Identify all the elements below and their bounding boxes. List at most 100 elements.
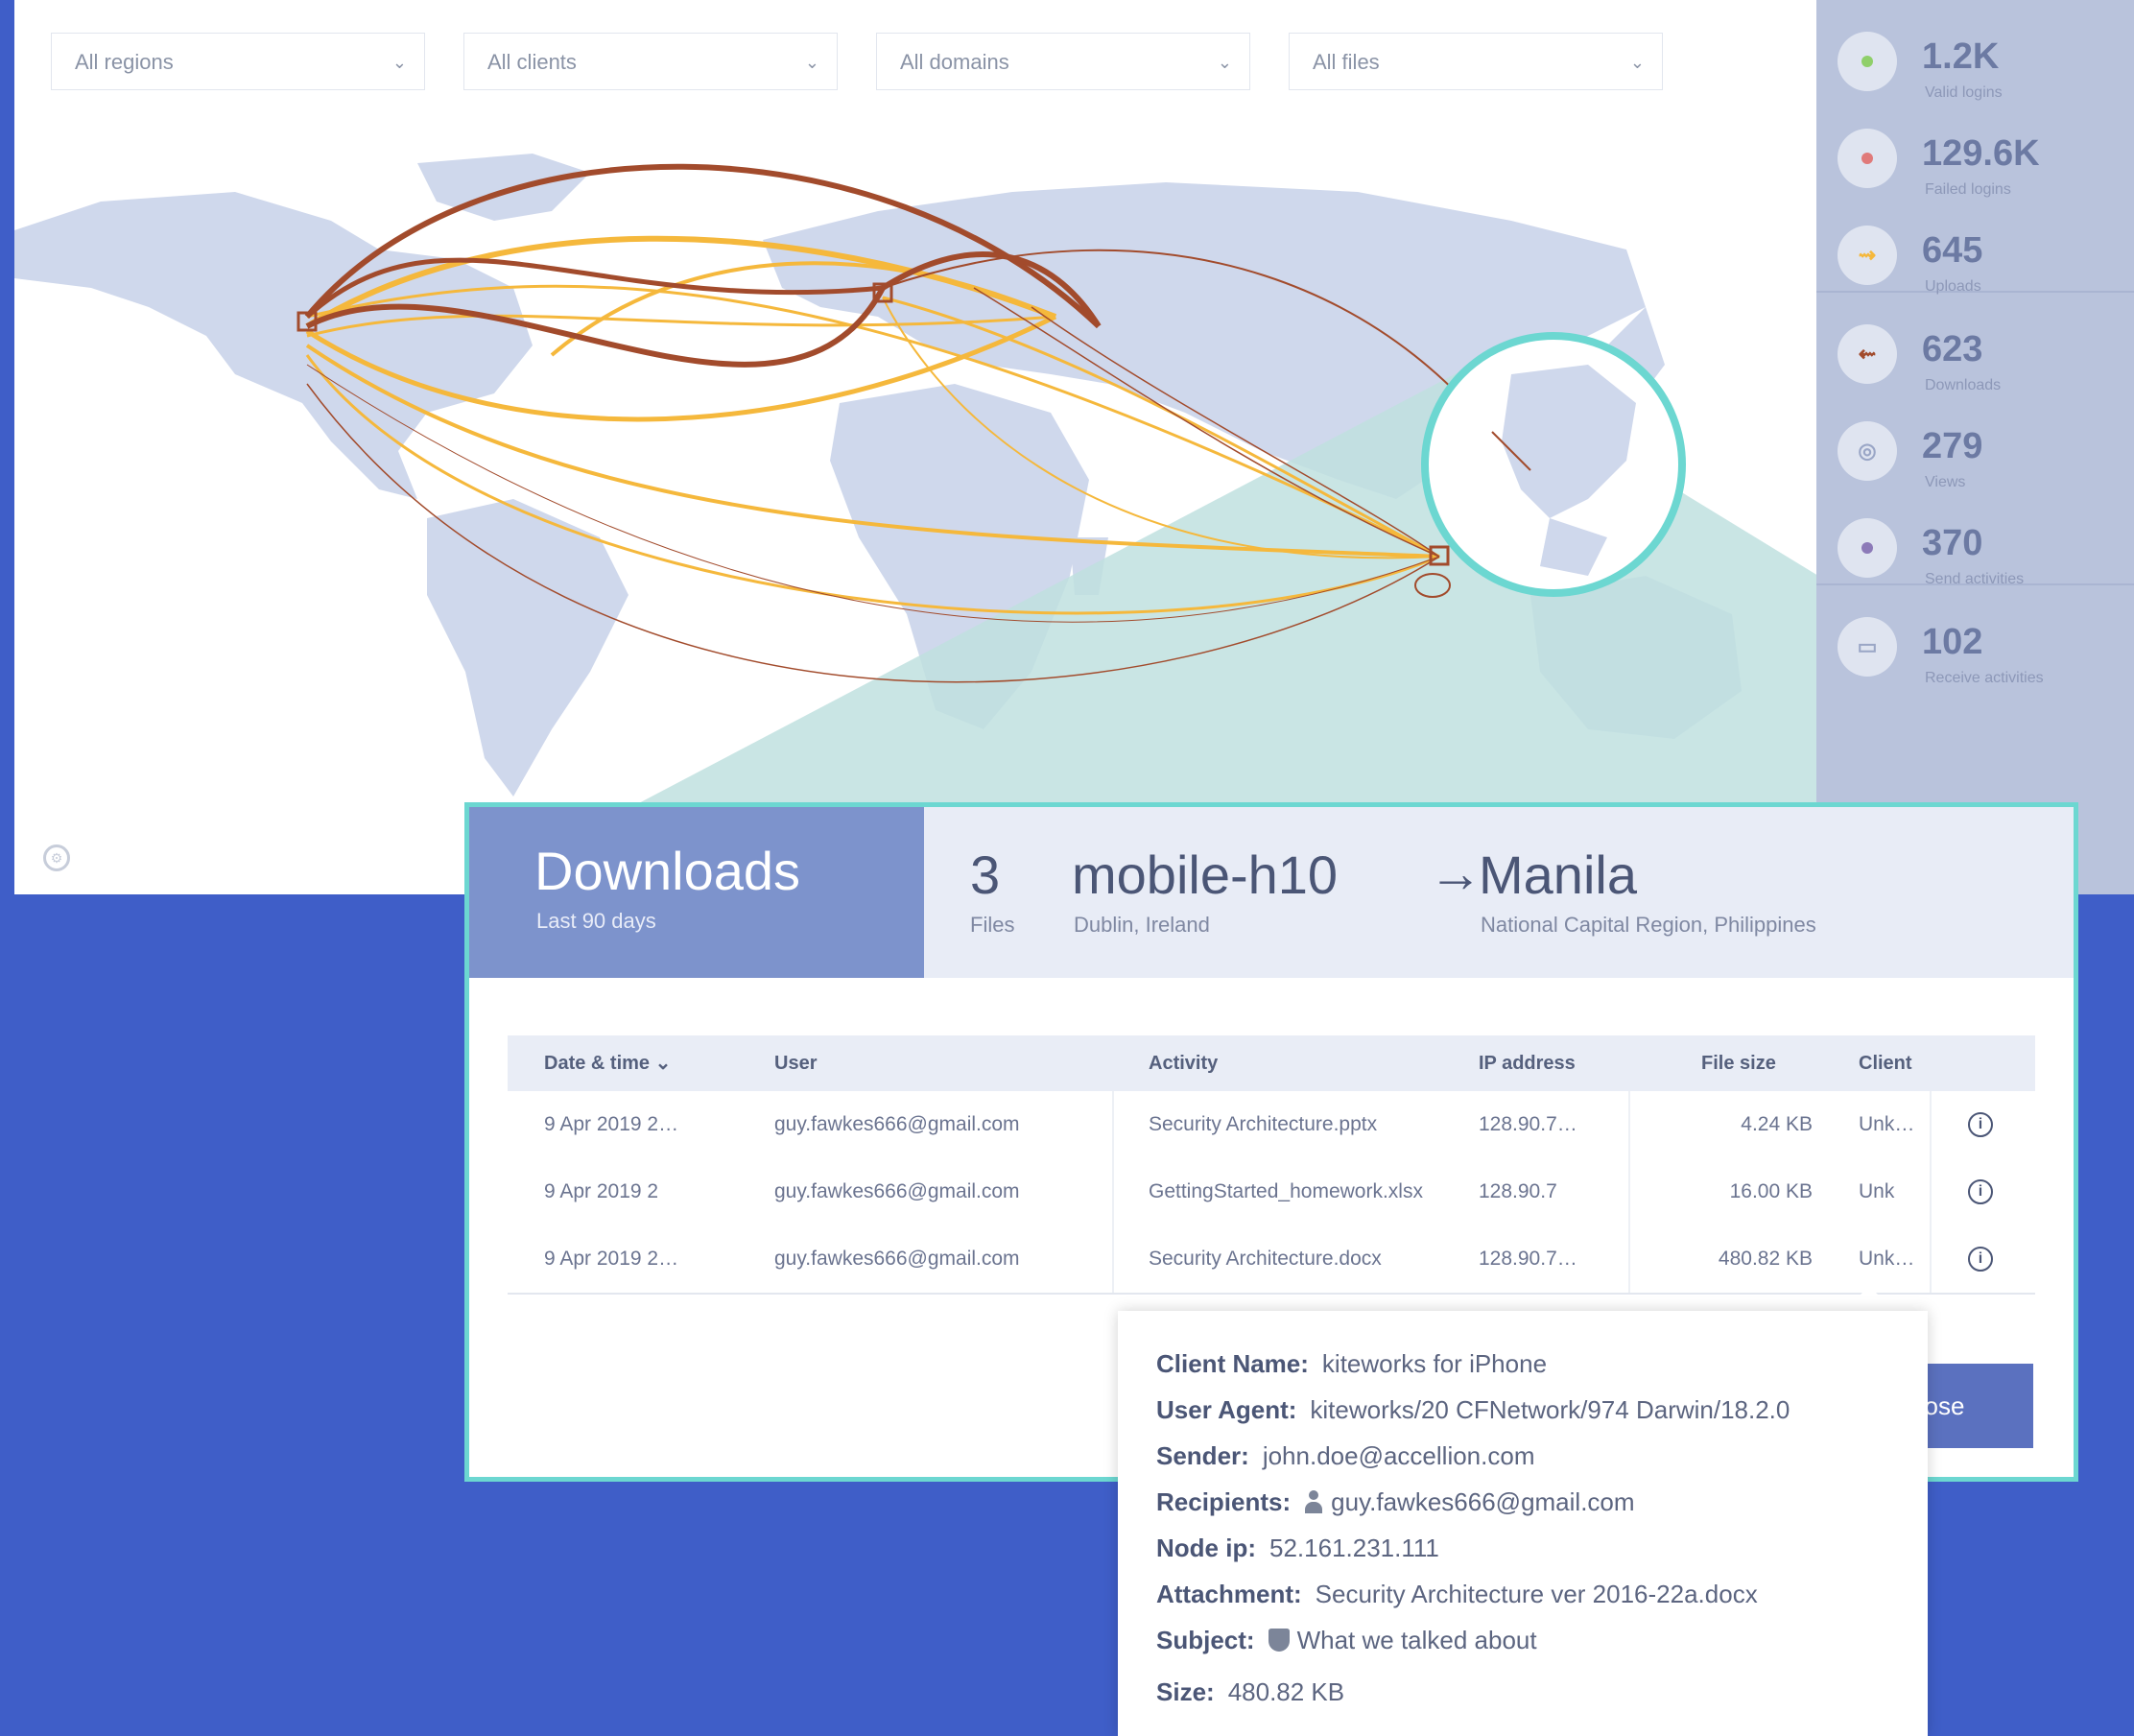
tooltip-value: 52.161.231.111 bbox=[1269, 1534, 1439, 1562]
cell-client: Unk… bbox=[1859, 1113, 1915, 1135]
info-icon[interactable]: i bbox=[1968, 1179, 1993, 1204]
cell-size: 16.00 KB bbox=[1729, 1180, 1813, 1202]
tooltip-sender: Sender: john.doe@accellion.com bbox=[1156, 1441, 1534, 1471]
tooltip-key: User Agent: bbox=[1156, 1395, 1297, 1424]
cell-size: 4.24 KB bbox=[1741, 1113, 1813, 1135]
file-filter[interactable]: All files ⌄ bbox=[1289, 33, 1663, 90]
table-row[interactable]: 9 Apr 2019 2 guy.fawkes666@gmail.com Get… bbox=[508, 1158, 2035, 1225]
stat-views[interactable]: ◎ 279 Views bbox=[1816, 390, 2134, 490]
person-icon bbox=[1304, 1490, 1323, 1513]
magnifier bbox=[1421, 332, 1686, 597]
stat-uploads[interactable]: ⇝ 645 Uploads bbox=[1816, 194, 2134, 295]
file-filter-label: All files bbox=[1313, 50, 1380, 74]
header-client[interactable]: Client bbox=[1859, 1035, 1912, 1091]
stat-value: 645 bbox=[1922, 230, 1983, 271]
file-count: 3 bbox=[970, 844, 1001, 905]
tooltip-key: Size: bbox=[1156, 1677, 1215, 1706]
cell-date: 9 Apr 2019 2… bbox=[544, 1113, 679, 1135]
tooltip-node-ip: Node ip: 52.161.231.111 bbox=[1156, 1534, 1439, 1563]
chevron-down-icon: ⌄ bbox=[1217, 53, 1232, 72]
send-icon bbox=[1838, 518, 1897, 578]
tooltip-value: kiteworks for iPhone bbox=[1321, 1349, 1548, 1378]
popup-title: Downloads bbox=[534, 841, 801, 901]
cell-activity: Security Architecture.docx bbox=[1149, 1248, 1382, 1270]
tooltip-value: john.doe@accellion.com bbox=[1262, 1441, 1535, 1470]
tooltip-size: Size: 480.82 KB bbox=[1156, 1677, 1344, 1707]
tooltip-user-agent: User Agent: kiteworks/20 CFNetwork/974 Da… bbox=[1156, 1395, 1790, 1425]
cell-date: 9 Apr 2019 2… bbox=[544, 1248, 679, 1270]
cell-ip: 128.90.7 bbox=[1479, 1180, 1557, 1202]
tooltip-key: Attachment: bbox=[1156, 1580, 1302, 1608]
tooltip-key: Subject: bbox=[1156, 1626, 1255, 1654]
tooltip-key: Recipients: bbox=[1156, 1487, 1292, 1516]
valid-logins-icon bbox=[1838, 32, 1897, 91]
table-divider bbox=[508, 1293, 2035, 1295]
tooltip-arrow bbox=[1842, 1286, 1896, 1313]
tooltip-attachment: Attachment: Security Architecture ver 201… bbox=[1156, 1580, 1758, 1609]
cell-size: 480.82 KB bbox=[1718, 1248, 1813, 1270]
cell-user: guy.fawkes666@gmail.com bbox=[774, 1113, 1020, 1135]
info-icon[interactable]: i bbox=[1968, 1247, 1993, 1272]
stat-value: 1.2K bbox=[1922, 36, 2000, 77]
receive-icon: ▭ bbox=[1838, 617, 1897, 677]
domain-filter[interactable]: All domains ⌄ bbox=[876, 33, 1250, 90]
cell-client: Unk bbox=[1859, 1180, 1895, 1202]
popup-subtitle: Last 90 days bbox=[536, 909, 656, 933]
stat-value: 279 bbox=[1922, 426, 1983, 466]
header-user[interactable]: User bbox=[774, 1035, 817, 1091]
stat-value: 370 bbox=[1922, 523, 1983, 563]
table-row[interactable]: 9 Apr 2019 2… guy.fawkes666@gmail.com Se… bbox=[508, 1225, 2035, 1293]
region-filter-label: All regions bbox=[75, 50, 174, 74]
arrow-right-icon: → bbox=[1429, 843, 1482, 903]
stat-value: 102 bbox=[1922, 622, 1983, 662]
header-date[interactable]: Date & time ⌄ bbox=[544, 1035, 671, 1091]
header-ip[interactable]: IP address bbox=[1479, 1035, 1576, 1091]
cell-user: guy.fawkes666@gmail.com bbox=[774, 1248, 1020, 1270]
info-icon[interactable]: i bbox=[1968, 1112, 1993, 1137]
tooltip-key: Client Name: bbox=[1156, 1349, 1309, 1378]
tooltip-client-name: Client Name: kiteworks for iPhone bbox=[1156, 1349, 1547, 1379]
stat-failed-logins[interactable]: 129.6K Failed logins bbox=[1816, 97, 2134, 198]
region-filter[interactable]: All regions ⌄ bbox=[51, 33, 425, 90]
destination-location: National Capital Region, Philippines bbox=[1481, 913, 1816, 937]
header-activity[interactable]: Activity bbox=[1149, 1035, 1218, 1091]
chevron-down-icon: ⌄ bbox=[1629, 53, 1645, 72]
header-file-size[interactable]: File size bbox=[1701, 1035, 1776, 1091]
cell-activity: Security Architecture.pptx bbox=[1149, 1113, 1378, 1135]
cell-activity: GettingStarted_homework.xlsx bbox=[1149, 1180, 1423, 1202]
table-row[interactable]: 9 Apr 2019 2… guy.fawkes666@gmail.com Se… bbox=[508, 1091, 2035, 1158]
cell-date: 9 Apr 2019 2 bbox=[544, 1180, 659, 1202]
stat-downloads[interactable]: ⇜ 623 Downloads bbox=[1816, 293, 2134, 393]
stat-value: 129.6K bbox=[1922, 133, 2040, 174]
client-filter-label: All clients bbox=[487, 50, 577, 74]
tooltip-key: Node ip: bbox=[1156, 1534, 1256, 1562]
upload-icon: ⇝ bbox=[1838, 226, 1897, 285]
download-icon: ⇜ bbox=[1838, 324, 1897, 384]
client-details-tooltip: Client Name: kiteworks for iPhone User Ag… bbox=[1118, 1311, 1928, 1736]
stat-receive-activities[interactable]: ▭ 102 Receive activities bbox=[1816, 585, 2134, 686]
cell-ip: 128.90.7… bbox=[1479, 1248, 1577, 1270]
failed-logins-icon bbox=[1838, 129, 1897, 188]
chevron-down-icon: ⌄ bbox=[804, 53, 819, 72]
shield-icon bbox=[1268, 1629, 1290, 1652]
view-icon: ◎ bbox=[1838, 421, 1897, 481]
stat-valid-logins[interactable]: 1.2K Valid logins bbox=[1816, 0, 2134, 101]
stat-send-activities[interactable]: 370 Send activities bbox=[1816, 487, 2134, 587]
tooltip-subject: Subject: What we talked about bbox=[1156, 1626, 1537, 1655]
cell-ip: 128.90.7… bbox=[1479, 1113, 1577, 1135]
tooltip-value: guy.fawkes666@gmail.com bbox=[1331, 1487, 1635, 1516]
tooltip-value: kiteworks/20 CFNetwork/974 Darwin/18.2.0 bbox=[1310, 1395, 1790, 1424]
stats-sidebar: 1.2K Valid logins 129.6K Failed logins ⇝… bbox=[1816, 0, 2134, 894]
settings-icon[interactable]: ⚙ bbox=[43, 844, 70, 871]
stat-label: Receive activities bbox=[1925, 670, 2044, 686]
source-location: Dublin, Ireland bbox=[1074, 913, 1210, 937]
source-name: mobile-h10 bbox=[1072, 844, 1339, 905]
popup-title-block: Downloads Last 90 days bbox=[469, 807, 924, 978]
domain-filter-label: All domains bbox=[900, 50, 1009, 74]
cell-client: Unk… bbox=[1859, 1248, 1915, 1270]
stat-value: 623 bbox=[1922, 329, 1983, 369]
destination-name: Manila bbox=[1479, 844, 1637, 905]
tooltip-value: 480.82 KB bbox=[1227, 1677, 1345, 1706]
world-map[interactable] bbox=[14, 0, 1818, 894]
client-filter[interactable]: All clients ⌄ bbox=[463, 33, 838, 90]
